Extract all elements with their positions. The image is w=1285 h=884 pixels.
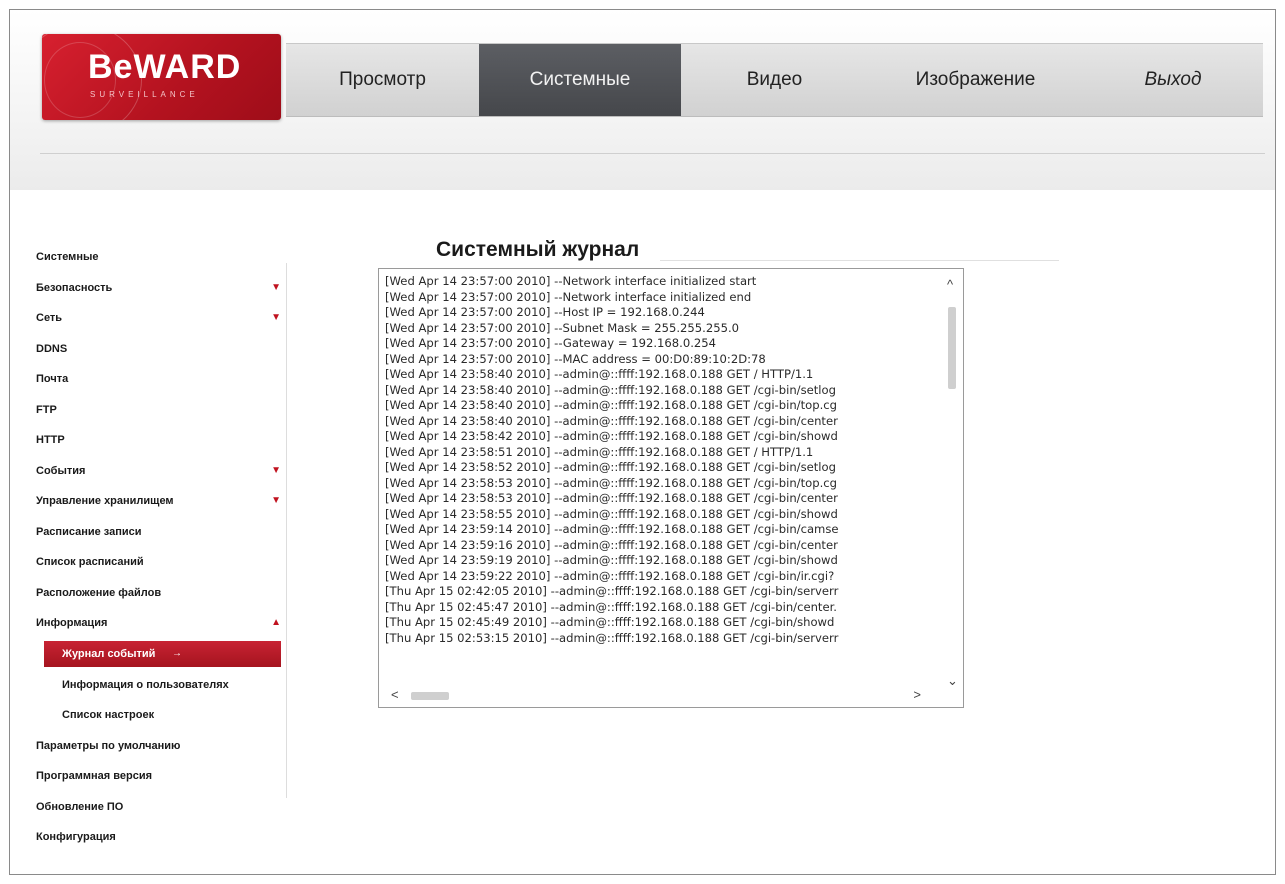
log-line: [Wed Apr 14 23:59:22 2010] --admin@::fff… xyxy=(385,568,835,583)
sidebar-item-label: Информация о пользователях xyxy=(62,678,229,691)
scroll-right-icon[interactable]: > xyxy=(913,687,921,702)
log-line: [Wed Apr 14 23:57:00 2010] --Subnet Mask… xyxy=(385,320,740,335)
scroll-up-icon[interactable]: ^ xyxy=(947,277,953,292)
log-line: [Wed Apr 14 23:57:00 2010] --Host IP = 1… xyxy=(385,305,705,319)
sidebar-item-ddns[interactable]: DDNS xyxy=(34,334,289,365)
title-underline xyxy=(660,260,1059,261)
sidebar-item-label: Безопасность xyxy=(36,281,113,294)
sidebar-item-settings-list[interactable]: Список настроек xyxy=(34,700,289,731)
sidebar-item-defaults[interactable]: Параметры по умолчанию xyxy=(34,731,289,762)
sidebar-item-events[interactable]: События ▼ xyxy=(34,456,289,487)
log-line: [Wed Apr 14 23:59:14 2010] --admin@::fff… xyxy=(385,522,839,536)
expand-arrow-icon: ▼ xyxy=(271,495,281,506)
sidebar-divider xyxy=(286,263,287,798)
sidebar-item-information[interactable]: Информация ▲ xyxy=(34,608,289,639)
tab-view[interactable]: Просмотр xyxy=(286,44,479,116)
sidebar-item-label: DDNS xyxy=(36,342,68,355)
app-frame: BeWARD SURVEILLANCE Просмотр Системные В… xyxy=(9,9,1276,875)
vertical-scroll-thumb[interactable] xyxy=(948,307,956,389)
sidebar-item-storage[interactable]: Управление хранилищем ▼ xyxy=(34,486,289,517)
log-line: [Wed Apr 14 23:57:00 2010] --Network int… xyxy=(385,274,757,288)
sidebar-item-label: Обновление ПО xyxy=(36,800,124,813)
sidebar-item-event-log[interactable]: Журнал событий → xyxy=(44,640,281,667)
log-line: [Wed Apr 14 23:59:16 2010] --admin@::fff… xyxy=(385,537,838,552)
log-line: [Wed Apr 14 23:58:51 2010] --admin@::fff… xyxy=(385,444,814,459)
log-line: [Wed Apr 14 23:58:40 2010] --admin@::fff… xyxy=(385,367,814,381)
log-line: [Wed Apr 14 23:58:40 2010] --admin@::fff… xyxy=(385,413,838,428)
log-content: [Wed Apr 14 23:57:00 2010] --Network int… xyxy=(385,274,941,646)
vertical-scrollbar[interactable]: ^ ⌄ xyxy=(943,271,961,688)
logo-tagline: SURVEILLANCE xyxy=(90,90,199,99)
sidebar-item-label: Список расписаний xyxy=(36,556,144,568)
log-line: [Thu Apr 15 02:45:49 2010] --admin@::fff… xyxy=(385,615,835,629)
sidebar-item-file-location[interactable]: Расположение файлов xyxy=(34,578,289,609)
header-divider xyxy=(40,153,1265,154)
sidebar-item-label: Информация xyxy=(36,617,108,629)
log-line: [Wed Apr 14 23:58:42 2010] --admin@::fff… xyxy=(385,429,838,443)
log-line: [Wed Apr 14 23:58:40 2010] --admin@::fff… xyxy=(385,398,837,412)
sidebar-item-label: Сеть xyxy=(36,312,63,324)
sidebar-item-network[interactable]: Сеть ▼ xyxy=(34,303,289,334)
expand-arrow-icon: ▼ xyxy=(271,312,281,323)
sidebar-item-label: HTTP xyxy=(36,434,65,446)
sidebar-item-label: Список настроек xyxy=(62,709,155,721)
sidebar-item-label: Расположение файлов xyxy=(36,586,162,599)
sidebar-item-schedule-list[interactable]: Список расписаний xyxy=(34,547,289,578)
sidebar-item-label: Управление хранилищем xyxy=(36,495,174,507)
main-nav: Просмотр Системные Видео Изображение Вых… xyxy=(286,43,1263,117)
sidebar-item-label: Параметры по умолчанию xyxy=(36,739,181,752)
log-line: [Wed Apr 14 23:58:53 2010] --admin@::fff… xyxy=(385,491,838,505)
horizontal-scrollbar[interactable]: < > xyxy=(381,687,961,705)
log-line: [Wed Apr 14 23:57:00 2010] --MAC address… xyxy=(385,351,766,366)
sidebar-item-label: Расписание записи xyxy=(36,525,142,538)
tab-image[interactable]: Изображение xyxy=(868,44,1083,116)
tab-system[interactable]: Системные xyxy=(479,44,681,116)
sidebar-item-firmware-update[interactable]: Обновление ПО xyxy=(34,792,289,823)
sidebar-item-ftp[interactable]: FTP xyxy=(34,395,289,426)
arrow-right-icon: → xyxy=(172,647,182,659)
sidebar-item-firmware-version[interactable]: Программная версия xyxy=(34,761,289,792)
tab-logout[interactable]: Выход xyxy=(1083,44,1263,116)
page-title: Системный журнал xyxy=(436,238,640,261)
log-line: [Wed Apr 14 23:58:40 2010] --admin@::fff… xyxy=(385,382,836,397)
log-line: [Thu Apr 15 02:42:05 2010] --admin@::fff… xyxy=(385,584,839,598)
sidebar-item-security[interactable]: Безопасность ▼ xyxy=(34,273,289,304)
log-line: [Wed Apr 14 23:58:55 2010] --admin@::fff… xyxy=(385,506,838,521)
sidebar-item-record-schedule[interactable]: Расписание записи xyxy=(34,517,289,548)
beward-logo[interactable]: BeWARD SURVEILLANCE xyxy=(42,34,281,120)
sidebar-item-label: Журнал событий xyxy=(62,647,156,660)
sidebar-item-system[interactable]: Системные xyxy=(34,242,289,273)
log-line: [Thu Apr 15 02:53:15 2010] --admin@::fff… xyxy=(385,630,839,645)
sidebar-item-label: Почта xyxy=(36,373,69,385)
sidebar-item-label: События xyxy=(36,464,86,477)
log-line: [Wed Apr 14 23:58:52 2010] --admin@::fff… xyxy=(385,460,836,474)
expand-arrow-icon: ▼ xyxy=(271,464,281,476)
log-line: [Wed Apr 14 23:57:00 2010] --Gateway = 1… xyxy=(385,336,717,350)
sidebar-menu: Системные Безопасность ▼ Сеть ▼ DDNS Почта… xyxy=(34,242,289,853)
tab-video[interactable]: Видео xyxy=(681,44,868,116)
expand-arrow-icon: ▼ xyxy=(271,281,281,293)
sidebar-item-user-info[interactable]: Информация о пользователях xyxy=(34,670,289,701)
scroll-left-icon[interactable]: < xyxy=(391,687,399,702)
sidebar-item-label: Конфигурация xyxy=(36,831,116,843)
collapse-arrow-icon: ▲ xyxy=(271,617,281,628)
logo-brand: BeWARD xyxy=(88,48,242,86)
horizontal-scroll-thumb[interactable] xyxy=(411,692,449,700)
sidebar-item-label: FTP xyxy=(36,403,57,416)
sidebar-item-mail[interactable]: Почта xyxy=(34,364,289,395)
log-line: [Wed Apr 14 23:58:53 2010] --admin@::fff… xyxy=(385,475,837,490)
sidebar-item-configuration[interactable]: Конфигурация xyxy=(34,822,289,853)
sidebar-item-label: Системные xyxy=(36,251,99,263)
system-log-textarea[interactable]: [Wed Apr 14 23:57:00 2010] --Network int… xyxy=(378,268,964,708)
log-line: [Thu Apr 15 02:45:47 2010] --admin@::fff… xyxy=(385,599,837,614)
log-line: [Wed Apr 14 23:57:00 2010] --Network int… xyxy=(385,289,752,304)
sidebar-item-label: Программная версия xyxy=(36,770,153,782)
sidebar-item-http[interactable]: HTTP xyxy=(34,425,289,456)
log-line: [Wed Apr 14 23:59:19 2010] --admin@::fff… xyxy=(385,553,838,567)
